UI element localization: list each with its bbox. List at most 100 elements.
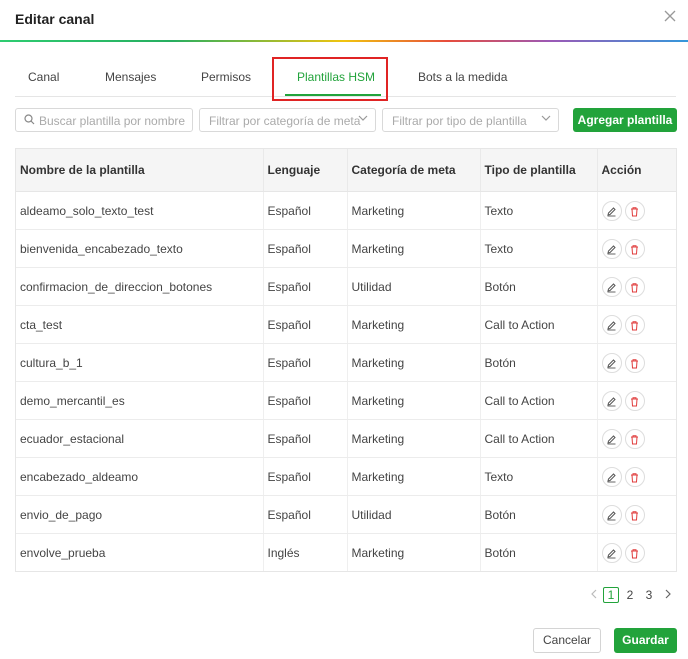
- edit-icon[interactable]: [601, 504, 622, 525]
- delete-icon[interactable]: [624, 200, 645, 221]
- table-row: cultura_b_1 Español Marketing Botón: [16, 343, 676, 382]
- close-icon[interactable]: [662, 10, 678, 26]
- cell-meta-category: Utilidad: [347, 495, 481, 534]
- table-row: ecuador_estacional Español Marketing Call t…: [16, 419, 676, 458]
- cell-meta-category: Marketing: [347, 305, 481, 344]
- edit-icon[interactable]: [601, 276, 622, 297]
- filters-bar: Buscar plantilla por nombre Filtrar por …: [15, 108, 677, 134]
- templates-table: Nombre de la plantilla Lenguaje Categorí…: [15, 148, 677, 572]
- cell-template-name: envolve_prueba: [16, 533, 264, 571]
- edit-icon[interactable]: [601, 428, 622, 449]
- cell-template-type: Botón: [480, 495, 598, 534]
- tab-bots-a-la-medida[interactable]: Bots a la medida: [418, 70, 507, 84]
- edit-icon[interactable]: [601, 238, 622, 259]
- cell-template-type: Botón: [480, 267, 598, 306]
- cell-meta-category: Marketing: [347, 533, 481, 571]
- search-input[interactable]: Buscar plantilla por nombre: [15, 108, 193, 132]
- cell-template-name: envio_de_pago: [16, 495, 264, 534]
- delete-icon[interactable]: [624, 428, 645, 449]
- header-divider: [0, 40, 688, 42]
- cell-template-type: Texto: [480, 191, 598, 230]
- cell-language: Español: [263, 343, 348, 382]
- edit-icon[interactable]: [601, 466, 622, 487]
- cell-language: Español: [263, 191, 348, 230]
- chevron-down-icon: [541, 113, 551, 126]
- cancel-button[interactable]: Cancelar: [533, 628, 601, 653]
- delete-icon[interactable]: [624, 542, 645, 563]
- delete-icon[interactable]: [624, 352, 645, 373]
- add-template-button[interactable]: Agregar plantilla: [573, 108, 677, 132]
- delete-icon[interactable]: [624, 390, 645, 411]
- tab-mensajes[interactable]: Mensajes: [105, 70, 156, 84]
- cell-template-type: Call to Action: [480, 381, 598, 420]
- cell-template-type: Call to Action: [480, 305, 598, 344]
- cell-actions: [597, 305, 676, 344]
- header-meta-category[interactable]: Categoría de meta: [347, 149, 481, 192]
- cell-template-name: cta_test: [16, 305, 264, 344]
- search-placeholder: Buscar plantilla por nombre: [39, 114, 186, 128]
- pagination: 1 2 3: [586, 587, 676, 603]
- delete-icon[interactable]: [624, 504, 645, 525]
- cell-language: Inglés: [263, 533, 348, 571]
- search-icon: [24, 114, 35, 128]
- meta-category-placeholder: Filtrar por categoría de meta: [209, 114, 361, 128]
- cell-template-name: ecuador_estacional: [16, 419, 264, 458]
- dialog-title: Editar canal: [15, 11, 95, 27]
- table-row: envolve_prueba Inglés Marketing Botón: [16, 533, 676, 571]
- page-3[interactable]: 3: [641, 587, 657, 603]
- page-2[interactable]: 2: [622, 587, 638, 603]
- meta-category-select[interactable]: Filtrar por categoría de meta: [199, 108, 376, 132]
- tab-canal[interactable]: Canal: [28, 70, 59, 84]
- template-type-select[interactable]: Filtrar por tipo de plantilla: [382, 108, 559, 132]
- cell-language: Español: [263, 419, 348, 458]
- delete-icon[interactable]: [624, 314, 645, 335]
- template-type-placeholder: Filtrar por tipo de plantilla: [392, 114, 527, 128]
- cell-template-name: confirmacion_de_direccion_botones: [16, 267, 264, 306]
- cell-template-name: bienvenida_encabezado_texto: [16, 229, 264, 268]
- cell-template-type: Botón: [480, 533, 598, 571]
- page-1[interactable]: 1: [603, 587, 619, 603]
- header-template-type[interactable]: Tipo de plantilla: [480, 149, 598, 192]
- cell-actions: [597, 419, 676, 458]
- cell-language: Español: [263, 495, 348, 534]
- cell-actions: [597, 457, 676, 496]
- cell-template-type: Texto: [480, 229, 598, 268]
- tab-permisos[interactable]: Permisos: [201, 70, 251, 84]
- header-action: Acción: [597, 149, 676, 192]
- delete-icon[interactable]: [624, 238, 645, 259]
- delete-icon[interactable]: [624, 466, 645, 487]
- prev-page-icon[interactable]: [586, 587, 602, 603]
- cell-actions: [597, 229, 676, 268]
- cell-meta-category: Marketing: [347, 229, 481, 268]
- cell-template-name: aldeamo_solo_texto_test: [16, 191, 264, 230]
- table-header-row: Nombre de la plantilla Lenguaje Categorí…: [16, 149, 676, 192]
- cell-meta-category: Marketing: [347, 381, 481, 420]
- table-row: encabezado_aldeamo Español Marketing Texto: [16, 457, 676, 496]
- next-page-icon[interactable]: [660, 587, 676, 603]
- header-language[interactable]: Lenguaje: [263, 149, 348, 192]
- edit-icon[interactable]: [601, 314, 622, 335]
- cell-template-type: Texto: [480, 457, 598, 496]
- table-row: aldeamo_solo_texto_test Español Marketing T…: [16, 191, 676, 230]
- edit-icon[interactable]: [601, 352, 622, 373]
- delete-icon[interactable]: [624, 276, 645, 297]
- edit-icon[interactable]: [601, 390, 622, 411]
- cell-actions: [597, 267, 676, 306]
- cell-language: Español: [263, 305, 348, 344]
- save-button[interactable]: Guardar: [614, 628, 677, 653]
- cell-template-type: Call to Action: [480, 419, 598, 458]
- cell-language: Español: [263, 267, 348, 306]
- edit-icon[interactable]: [601, 200, 622, 221]
- cell-language: Español: [263, 381, 348, 420]
- cell-template-type: Botón: [480, 343, 598, 382]
- cell-language: Español: [263, 229, 348, 268]
- cell-actions: [597, 191, 676, 230]
- cell-meta-category: Marketing: [347, 191, 481, 230]
- cell-template-name: encabezado_aldeamo: [16, 457, 264, 496]
- cell-actions: [597, 343, 676, 382]
- cell-meta-category: Marketing: [347, 457, 481, 496]
- table-row: confirmacion_de_direccion_botones Español…: [16, 267, 676, 306]
- dialog-header: Editar canal: [0, 0, 688, 40]
- header-template-name[interactable]: Nombre de la plantilla: [16, 149, 264, 192]
- edit-icon[interactable]: [601, 542, 622, 563]
